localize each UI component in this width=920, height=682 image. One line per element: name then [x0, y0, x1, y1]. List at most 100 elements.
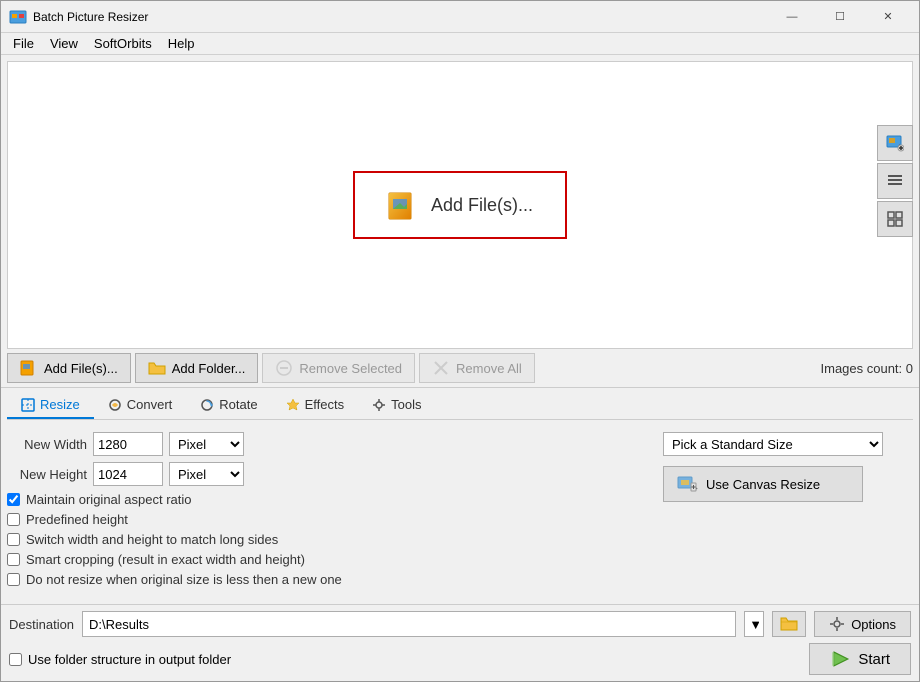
rotate-tab-icon [200, 398, 214, 412]
height-row: New Height Pixel Percent cm inch [7, 462, 643, 486]
tab-tools[interactable]: Tools [358, 392, 435, 419]
images-count: Images count: 0 [821, 361, 914, 376]
do-not-resize-checkbox[interactable] [7, 573, 20, 586]
list-icon [886, 172, 904, 190]
tab-effects-label: Effects [305, 397, 345, 412]
options-button[interactable]: Options [814, 611, 911, 637]
maintain-aspect-ratio-checkbox[interactable] [7, 493, 20, 506]
tab-rotate-label: Rotate [219, 397, 257, 412]
resize-tab-icon [21, 398, 35, 412]
tabs-row: Resize Convert Rotate [7, 388, 913, 420]
predefined-height-checkbox[interactable] [7, 513, 20, 526]
add-files-large-label: Add File(s)... [431, 195, 533, 216]
remove-selected-button[interactable]: Remove Selected [262, 353, 415, 383]
resize-left-panel: New Width Pixel Percent cm inch New Heig… [7, 432, 643, 592]
add-folder-icon [148, 359, 166, 377]
remove-all-button[interactable]: Remove All [419, 353, 535, 383]
maintain-aspect-ratio-label: Maintain original aspect ratio [26, 492, 191, 507]
app-title: Batch Picture Resizer [33, 10, 769, 24]
effects-tab-icon [286, 398, 300, 412]
bottom-controls-row: Use folder structure in output folder St… [9, 643, 911, 675]
predefined-height-row: Predefined height [7, 512, 643, 527]
tab-effects[interactable]: Effects [272, 392, 359, 419]
maintain-aspect-ratio-row: Maintain original aspect ratio [7, 492, 643, 507]
folder-structure-checkbox[interactable] [9, 653, 22, 666]
add-files-button[interactable]: Add File(s)... [7, 353, 131, 383]
right-toolbar-btn-2[interactable] [877, 163, 913, 199]
resize-right-panel: Pick a Standard Size 640x480 800x600 102… [663, 432, 913, 592]
start-button[interactable]: Start [809, 643, 911, 675]
remove-selected-label: Remove Selected [299, 361, 402, 376]
add-files-icon [20, 359, 38, 377]
browse-folder-icon [780, 615, 798, 633]
predefined-height-label: Predefined height [26, 512, 128, 527]
destination-input[interactable] [82, 611, 736, 637]
tab-rotate[interactable]: Rotate [186, 392, 271, 419]
add-folder-label: Add Folder... [172, 361, 246, 376]
menu-view[interactable]: View [42, 34, 86, 53]
tab-convert[interactable]: Convert [94, 392, 187, 419]
use-canvas-resize-button[interactable]: Use Canvas Resize [663, 466, 863, 502]
right-toolbar [877, 125, 913, 237]
destination-row: Destination ▼ [9, 611, 911, 637]
image-drop-area[interactable]: Add File(s)... [7, 61, 913, 349]
height-unit-select[interactable]: Pixel Percent cm inch [169, 462, 244, 486]
title-bar: Batch Picture Resizer — ☐ ✕ [1, 1, 919, 33]
menu-file[interactable]: File [5, 34, 42, 53]
tools-tab-icon [372, 398, 386, 412]
smart-cropping-checkbox[interactable] [7, 553, 20, 566]
close-button[interactable]: ✕ [865, 2, 911, 32]
tab-resize-label: Resize [40, 397, 80, 412]
add-files-label: Add File(s)... [44, 361, 118, 376]
start-label: Start [858, 651, 890, 668]
maximize-button[interactable]: ☐ [817, 2, 863, 32]
menu-bar: File View SoftOrbits Help [1, 33, 919, 55]
tab-resize[interactable]: Resize [7, 392, 94, 419]
bottom-bar: Destination ▼ [1, 604, 919, 681]
add-files-large-button[interactable]: Add File(s)... [353, 171, 567, 239]
app-icon [9, 8, 27, 26]
do-not-resize-row: Do not resize when original size is less… [7, 572, 643, 587]
standard-size-select[interactable]: Pick a Standard Size 640x480 800x600 102… [663, 432, 883, 456]
options-icon [829, 616, 845, 632]
width-label: New Width [7, 437, 87, 452]
content-area: Add File(s)... [1, 55, 919, 681]
width-row: New Width Pixel Percent cm inch [7, 432, 643, 456]
folder-structure-label: Use folder structure in output folder [28, 652, 231, 667]
right-toolbar-btn-3[interactable] [877, 201, 913, 237]
switch-width-height-row: Switch width and height to match long si… [7, 532, 643, 547]
switch-width-height-checkbox[interactable] [7, 533, 20, 546]
start-icon [830, 649, 850, 669]
menu-help[interactable]: Help [160, 34, 203, 53]
do-not-resize-label: Do not resize when original size is less… [26, 572, 342, 587]
remove-selected-icon [275, 359, 293, 377]
smart-cropping-label: Smart cropping (result in exact width an… [26, 552, 305, 567]
destination-browse-button[interactable] [772, 611, 806, 637]
width-input[interactable] [93, 432, 163, 456]
right-toolbar-btn-1[interactable] [877, 125, 913, 161]
grid-icon [886, 210, 904, 228]
height-label: New Height [7, 467, 87, 482]
use-canvas-resize-label: Use Canvas Resize [706, 477, 820, 492]
minimize-button[interactable]: — [769, 2, 815, 32]
add-folder-button[interactable]: Add Folder... [135, 353, 259, 383]
width-unit-select[interactable]: Pixel Percent cm inch [169, 432, 244, 456]
convert-tab-icon [108, 398, 122, 412]
tab-convert-label: Convert [127, 397, 173, 412]
destination-label: Destination [9, 617, 74, 632]
tab-tools-label: Tools [391, 397, 421, 412]
destination-dropdown[interactable]: ▼ [744, 611, 764, 637]
remove-all-icon [432, 359, 450, 377]
canvas-resize-icon [676, 473, 698, 495]
window-controls: — ☐ ✕ [769, 2, 911, 32]
options-label: Options [851, 617, 896, 632]
menu-softorbits[interactable]: SoftOrbits [86, 34, 160, 53]
height-input[interactable] [93, 462, 163, 486]
switch-width-height-label: Switch width and height to match long si… [26, 532, 278, 547]
image-add-icon [886, 134, 904, 152]
main-toolbar: Add File(s)... Add Folder... Remove Sele… [1, 349, 919, 387]
folder-structure-row: Use folder structure in output folder [9, 652, 231, 667]
resize-settings: New Width Pixel Percent cm inch New Heig… [7, 426, 913, 598]
settings-panel: Resize Convert Rotate [1, 387, 919, 604]
smart-cropping-row: Smart cropping (result in exact width an… [7, 552, 643, 567]
